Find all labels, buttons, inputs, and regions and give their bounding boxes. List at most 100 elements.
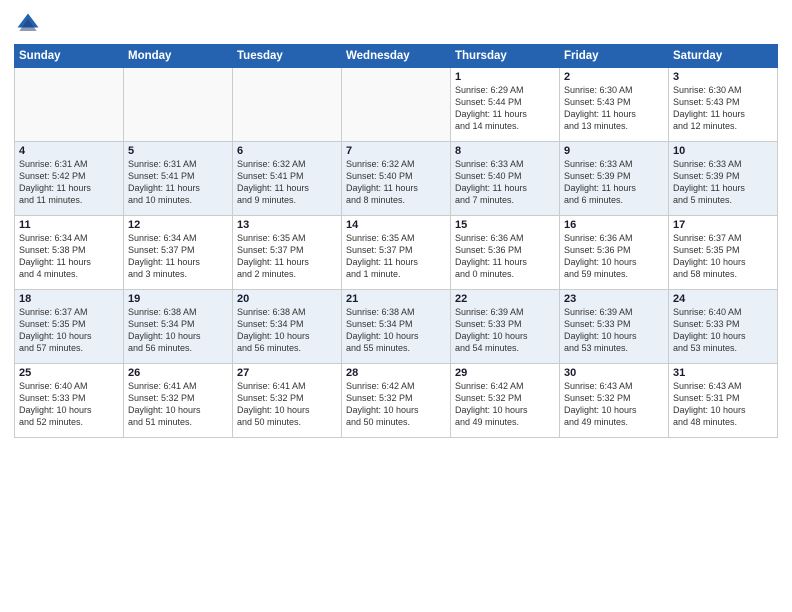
day-info: Sunrise: 6:43 AM Sunset: 5:31 PM Dayligh… (673, 380, 773, 429)
day-info: Sunrise: 6:31 AM Sunset: 5:41 PM Dayligh… (128, 158, 228, 207)
header (14, 10, 778, 38)
calendar-cell: 9Sunrise: 6:33 AM Sunset: 5:39 PM Daylig… (560, 142, 669, 216)
calendar-cell (342, 68, 451, 142)
calendar-cell: 23Sunrise: 6:39 AM Sunset: 5:33 PM Dayli… (560, 290, 669, 364)
logo (14, 10, 46, 38)
day-number: 13 (237, 219, 337, 231)
weekday-header-tuesday: Tuesday (233, 45, 342, 68)
day-info: Sunrise: 6:43 AM Sunset: 5:32 PM Dayligh… (564, 380, 664, 429)
calendar-cell: 24Sunrise: 6:40 AM Sunset: 5:33 PM Dayli… (669, 290, 778, 364)
day-number: 3 (673, 71, 773, 83)
day-number: 2 (564, 71, 664, 83)
calendar-table: SundayMondayTuesdayWednesdayThursdayFrid… (14, 44, 778, 438)
day-info: Sunrise: 6:34 AM Sunset: 5:37 PM Dayligh… (128, 232, 228, 281)
calendar-cell: 7Sunrise: 6:32 AM Sunset: 5:40 PM Daylig… (342, 142, 451, 216)
calendar-cell: 4Sunrise: 6:31 AM Sunset: 5:42 PM Daylig… (15, 142, 124, 216)
calendar-cell: 21Sunrise: 6:38 AM Sunset: 5:34 PM Dayli… (342, 290, 451, 364)
calendar-cell: 2Sunrise: 6:30 AM Sunset: 5:43 PM Daylig… (560, 68, 669, 142)
calendar-cell: 28Sunrise: 6:42 AM Sunset: 5:32 PM Dayli… (342, 364, 451, 438)
day-info: Sunrise: 6:35 AM Sunset: 5:37 PM Dayligh… (237, 232, 337, 281)
day-number: 27 (237, 367, 337, 379)
day-info: Sunrise: 6:39 AM Sunset: 5:33 PM Dayligh… (455, 306, 555, 355)
calendar-cell: 5Sunrise: 6:31 AM Sunset: 5:41 PM Daylig… (124, 142, 233, 216)
day-info: Sunrise: 6:42 AM Sunset: 5:32 PM Dayligh… (346, 380, 446, 429)
calendar-cell: 22Sunrise: 6:39 AM Sunset: 5:33 PM Dayli… (451, 290, 560, 364)
calendar-cell: 31Sunrise: 6:43 AM Sunset: 5:31 PM Dayli… (669, 364, 778, 438)
calendar-cell: 17Sunrise: 6:37 AM Sunset: 5:35 PM Dayli… (669, 216, 778, 290)
weekday-header-row: SundayMondayTuesdayWednesdayThursdayFrid… (15, 45, 778, 68)
day-number: 1 (455, 71, 555, 83)
day-number: 18 (19, 293, 119, 305)
weekday-header-wednesday: Wednesday (342, 45, 451, 68)
calendar-cell: 6Sunrise: 6:32 AM Sunset: 5:41 PM Daylig… (233, 142, 342, 216)
day-number: 20 (237, 293, 337, 305)
day-info: Sunrise: 6:36 AM Sunset: 5:36 PM Dayligh… (455, 232, 555, 281)
calendar-cell: 26Sunrise: 6:41 AM Sunset: 5:32 PM Dayli… (124, 364, 233, 438)
calendar-cell: 1Sunrise: 6:29 AM Sunset: 5:44 PM Daylig… (451, 68, 560, 142)
day-info: Sunrise: 6:35 AM Sunset: 5:37 PM Dayligh… (346, 232, 446, 281)
day-number: 7 (346, 145, 446, 157)
day-info: Sunrise: 6:42 AM Sunset: 5:32 PM Dayligh… (455, 380, 555, 429)
calendar-cell: 29Sunrise: 6:42 AM Sunset: 5:32 PM Dayli… (451, 364, 560, 438)
week-row-2: 4Sunrise: 6:31 AM Sunset: 5:42 PM Daylig… (15, 142, 778, 216)
day-number: 10 (673, 145, 773, 157)
day-number: 6 (237, 145, 337, 157)
day-info: Sunrise: 6:38 AM Sunset: 5:34 PM Dayligh… (346, 306, 446, 355)
calendar-cell: 25Sunrise: 6:40 AM Sunset: 5:33 PM Dayli… (15, 364, 124, 438)
week-row-3: 11Sunrise: 6:34 AM Sunset: 5:38 PM Dayli… (15, 216, 778, 290)
weekday-header-sunday: Sunday (15, 45, 124, 68)
week-row-5: 25Sunrise: 6:40 AM Sunset: 5:33 PM Dayli… (15, 364, 778, 438)
day-number: 24 (673, 293, 773, 305)
calendar-cell (233, 68, 342, 142)
day-number: 23 (564, 293, 664, 305)
day-number: 5 (128, 145, 228, 157)
day-info: Sunrise: 6:30 AM Sunset: 5:43 PM Dayligh… (673, 84, 773, 133)
calendar-cell: 10Sunrise: 6:33 AM Sunset: 5:39 PM Dayli… (669, 142, 778, 216)
day-number: 16 (564, 219, 664, 231)
day-number: 8 (455, 145, 555, 157)
day-info: Sunrise: 6:41 AM Sunset: 5:32 PM Dayligh… (128, 380, 228, 429)
day-info: Sunrise: 6:31 AM Sunset: 5:42 PM Dayligh… (19, 158, 119, 207)
calendar-cell (124, 68, 233, 142)
calendar-cell (15, 68, 124, 142)
weekday-header-saturday: Saturday (669, 45, 778, 68)
calendar-cell: 30Sunrise: 6:43 AM Sunset: 5:32 PM Dayli… (560, 364, 669, 438)
calendar-cell: 13Sunrise: 6:35 AM Sunset: 5:37 PM Dayli… (233, 216, 342, 290)
calendar-cell: 18Sunrise: 6:37 AM Sunset: 5:35 PM Dayli… (15, 290, 124, 364)
weekday-header-monday: Monday (124, 45, 233, 68)
calendar-cell: 3Sunrise: 6:30 AM Sunset: 5:43 PM Daylig… (669, 68, 778, 142)
calendar-cell: 19Sunrise: 6:38 AM Sunset: 5:34 PM Dayli… (124, 290, 233, 364)
calendar-cell: 15Sunrise: 6:36 AM Sunset: 5:36 PM Dayli… (451, 216, 560, 290)
logo-icon (14, 10, 42, 38)
day-number: 31 (673, 367, 773, 379)
day-info: Sunrise: 6:41 AM Sunset: 5:32 PM Dayligh… (237, 380, 337, 429)
day-info: Sunrise: 6:33 AM Sunset: 5:39 PM Dayligh… (673, 158, 773, 207)
day-number: 4 (19, 145, 119, 157)
weekday-header-friday: Friday (560, 45, 669, 68)
day-number: 14 (346, 219, 446, 231)
day-number: 25 (19, 367, 119, 379)
day-number: 17 (673, 219, 773, 231)
calendar-cell: 20Sunrise: 6:38 AM Sunset: 5:34 PM Dayli… (233, 290, 342, 364)
day-number: 11 (19, 219, 119, 231)
day-info: Sunrise: 6:37 AM Sunset: 5:35 PM Dayligh… (673, 232, 773, 281)
day-number: 30 (564, 367, 664, 379)
day-info: Sunrise: 6:39 AM Sunset: 5:33 PM Dayligh… (564, 306, 664, 355)
day-info: Sunrise: 6:40 AM Sunset: 5:33 PM Dayligh… (673, 306, 773, 355)
calendar-cell: 14Sunrise: 6:35 AM Sunset: 5:37 PM Dayli… (342, 216, 451, 290)
day-info: Sunrise: 6:40 AM Sunset: 5:33 PM Dayligh… (19, 380, 119, 429)
weekday-header-thursday: Thursday (451, 45, 560, 68)
day-info: Sunrise: 6:34 AM Sunset: 5:38 PM Dayligh… (19, 232, 119, 281)
day-number: 12 (128, 219, 228, 231)
day-info: Sunrise: 6:30 AM Sunset: 5:43 PM Dayligh… (564, 84, 664, 133)
calendar-cell: 16Sunrise: 6:36 AM Sunset: 5:36 PM Dayli… (560, 216, 669, 290)
calendar-cell: 8Sunrise: 6:33 AM Sunset: 5:40 PM Daylig… (451, 142, 560, 216)
day-info: Sunrise: 6:32 AM Sunset: 5:40 PM Dayligh… (346, 158, 446, 207)
calendar-cell: 27Sunrise: 6:41 AM Sunset: 5:32 PM Dayli… (233, 364, 342, 438)
calendar-cell: 11Sunrise: 6:34 AM Sunset: 5:38 PM Dayli… (15, 216, 124, 290)
day-number: 22 (455, 293, 555, 305)
day-info: Sunrise: 6:38 AM Sunset: 5:34 PM Dayligh… (237, 306, 337, 355)
day-info: Sunrise: 6:38 AM Sunset: 5:34 PM Dayligh… (128, 306, 228, 355)
day-number: 9 (564, 145, 664, 157)
day-info: Sunrise: 6:32 AM Sunset: 5:41 PM Dayligh… (237, 158, 337, 207)
